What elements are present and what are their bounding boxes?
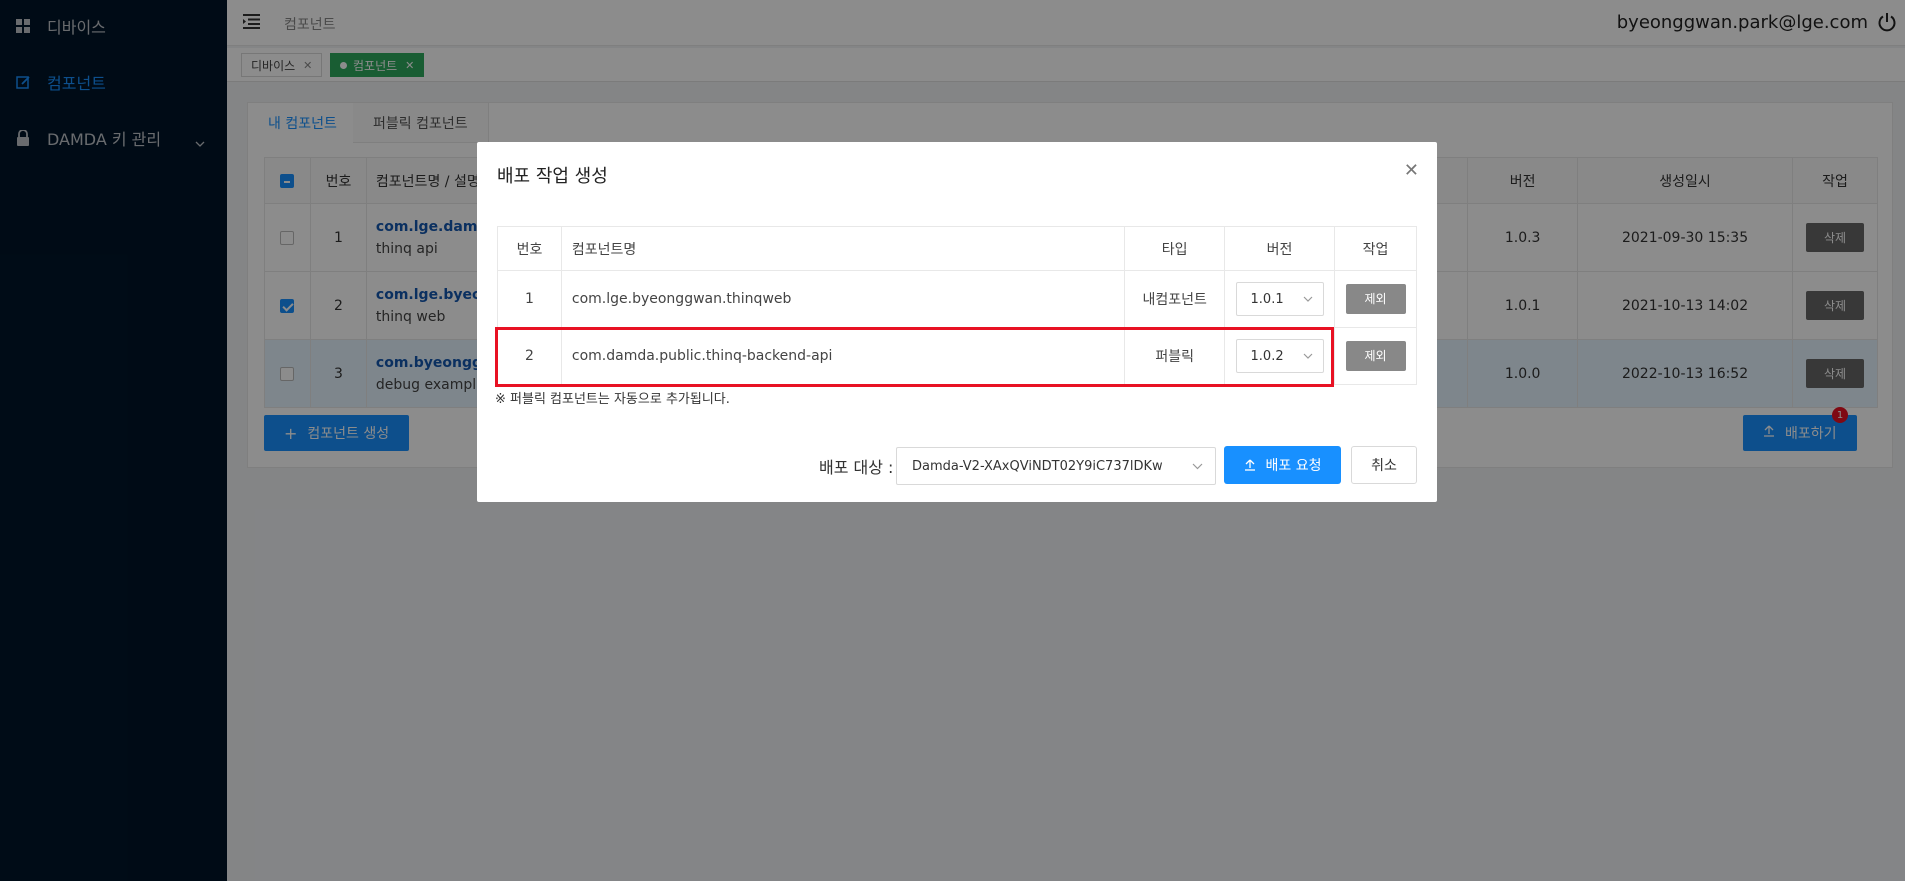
deploy-request-button[interactable]: 배포 요청 xyxy=(1224,446,1341,484)
col-action: 작업 xyxy=(1334,226,1417,271)
upload-icon xyxy=(1244,459,1256,471)
close-icon[interactable]: ✕ xyxy=(1404,160,1419,181)
row-name: com.lge.byeonggwan.thinqweb xyxy=(560,270,1126,328)
table-row: 1 com.lge.byeonggwan.thinqweb 내컴포넌트 1.0.… xyxy=(497,270,1417,328)
exclude-button[interactable]: 제외 xyxy=(1345,341,1406,371)
version-cell: 1.0.1 xyxy=(1224,270,1336,328)
deploy-target-select[interactable]: Damda-V2-XAxQViNDT02Y9iC737lDKw xyxy=(896,447,1216,485)
version-value: 1.0.1 xyxy=(1250,291,1284,307)
row-no: 1 xyxy=(497,270,562,328)
row-type: 내컴포넌트 xyxy=(1124,270,1226,328)
modal-title: 배포 작업 생성 xyxy=(497,166,608,187)
deploy-target-label: 배포 대상 : xyxy=(819,458,894,477)
deploy-request-label: 배포 요청 xyxy=(1265,458,1322,474)
version-select[interactable]: 1.0.1 xyxy=(1235,282,1324,316)
col-type: 타입 xyxy=(1124,226,1226,271)
cancel-button[interactable]: 취소 xyxy=(1351,446,1417,484)
col-name: 컴포넌트명 xyxy=(560,226,1126,271)
deploy-job-modal: 배포 작업 생성 ✕ 번호 컴포넌트명 타입 버전 작업 1 com.lge.b… xyxy=(477,142,1437,502)
highlight-box xyxy=(495,327,1334,387)
chevron-down-icon xyxy=(1303,296,1312,302)
table-header: 번호 컴포넌트명 타입 버전 작업 xyxy=(497,226,1417,271)
col-no: 번호 xyxy=(497,226,562,271)
public-component-note: ※ 퍼블릭 컴포넌트는 자동으로 추가됩니다. xyxy=(495,392,730,407)
col-version: 버전 xyxy=(1224,226,1336,271)
chevron-down-icon xyxy=(1192,463,1203,469)
exclude-button[interactable]: 제외 xyxy=(1345,284,1406,314)
deploy-target-value: Damda-V2-XAxQViNDT02Y9iC737lDKw xyxy=(912,458,1163,474)
